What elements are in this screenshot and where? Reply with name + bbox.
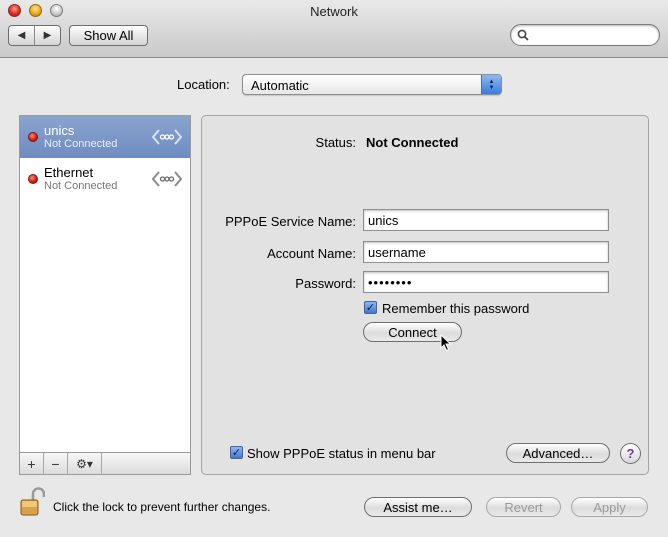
search-icon [517,29,529,41]
account-name-label: Account Name: [267,246,356,261]
search-field[interactable] [510,24,660,46]
network-icon [152,171,182,187]
remember-password-label[interactable]: Remember this password [382,301,529,316]
back-button[interactable]: ◀ [9,26,34,45]
assist-me-button[interactable]: Assist me… [364,497,472,517]
advanced-button[interactable]: Advanced… [506,443,610,463]
service-status: Not Connected [44,180,118,192]
show-status-menu-bar-checkbox[interactable]: ✓ [230,446,243,459]
status-label: Status: [315,135,356,150]
cursor-icon [440,334,452,352]
forward-button[interactable]: ▶ [34,26,60,45]
gear-icon[interactable]: ⚙▾ [68,453,102,474]
back-forward-control: ◀ ▶ [8,25,61,46]
popup-arrows-icon: ▲ ▼ [481,75,501,94]
status-red-icon [28,132,38,142]
lock-text: Click the lock to prevent further change… [53,500,271,514]
network-icon [152,129,182,145]
status-red-icon [28,174,38,184]
service-name-field[interactable]: unics [363,209,609,231]
apply-button[interactable]: Apply [571,497,648,517]
location-value: Automatic [251,78,309,93]
show-status-menu-bar-label[interactable]: Show PPPoE status in menu bar [247,446,436,461]
password-field[interactable]: •••••••• [363,271,609,293]
toolbar: Network ◀ ▶ Show All [0,0,668,58]
account-name-field[interactable]: username [363,241,609,263]
window-title: Network [310,4,358,19]
service-item-unics[interactable]: unics Not Connected [20,116,190,158]
service-status: Not Connected [44,138,118,150]
location-label: Location: [177,77,230,92]
service-name-label: PPPoE Service Name: [225,214,356,229]
network-window: Network ◀ ▶ Show All Location: Automatic… [0,0,668,537]
lock-icon[interactable] [19,486,45,518]
service-list-controls: + − ⚙▾ [20,452,190,474]
service-name: unics [44,123,75,138]
remember-password-checkbox[interactable]: ✓ [364,301,377,314]
status-value: Not Connected [366,135,459,150]
service-item-ethernet[interactable]: Ethernet Not Connected [20,158,190,200]
add-service-button[interactable]: + [20,453,44,474]
password-label: Password: [295,276,356,291]
remove-service-button[interactable]: − [44,453,68,474]
service-list: unics Not Connected Ethernet Not Connect… [19,115,191,475]
location-popup[interactable]: Automatic ▲ ▼ [242,74,502,95]
help-button[interactable]: ? [620,443,641,464]
search-input[interactable] [533,28,653,42]
service-name: Ethernet [44,165,94,180]
detail-pane: Status: Not Connected PPPoE Service Name… [201,115,649,475]
show-all-button[interactable]: Show All [69,25,148,46]
revert-button[interactable]: Revert [486,497,561,517]
